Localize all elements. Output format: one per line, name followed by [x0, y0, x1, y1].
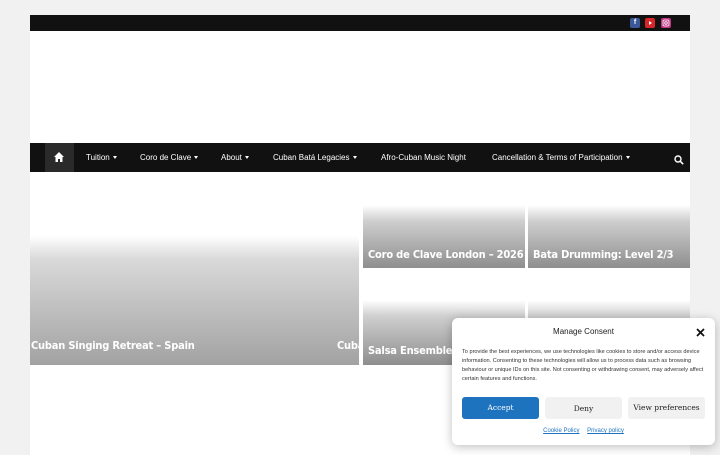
nav-item-label: Tuition [86, 153, 110, 162]
post-title: Bata Drumming: Level 2/3 [533, 248, 674, 261]
policy-links: Cookie Policy Privacy policy [452, 428, 715, 434]
post-title: Cuban Singing Retreat – Spain [31, 339, 195, 352]
caret-down-icon [625, 156, 630, 160]
accept-button[interactable]: Accept [462, 397, 539, 419]
nav-item-label: Cancellation & Terms of Participation [492, 153, 623, 162]
nav-item-afro-cuban-music-night[interactable]: Afro-Cuban Music Night [381, 143, 466, 172]
dialog-title: Manage Consent [553, 327, 614, 336]
view-preferences-button[interactable]: View preferences [628, 397, 705, 419]
deny-button[interactable]: Deny [545, 397, 622, 419]
cookie-consent-dialog: Manage Consent To provide the best exper… [452, 318, 715, 445]
close-icon [696, 328, 705, 337]
instagram-icon[interactable] [661, 18, 671, 28]
caret-down-icon [352, 156, 357, 160]
nav-item-label: Afro-Cuban Music Night [381, 153, 466, 162]
youtube-icon[interactable] [645, 18, 655, 28]
post-tile[interactable]: Bata Drumming: Level 2/3 [528, 205, 690, 268]
search-icon [674, 155, 684, 165]
nav-item-coro-de-clave[interactable]: Coro de Clave [140, 143, 199, 172]
nav-item-label: About [221, 153, 242, 162]
search-button[interactable] [674, 152, 684, 170]
caret-down-icon [244, 156, 249, 160]
home-button[interactable] [45, 143, 74, 172]
home-icon [54, 152, 64, 162]
post-title: Coro de Clave London – 2026 [368, 248, 524, 261]
nav-item-tuition[interactable]: Tuition [86, 143, 117, 172]
caret-down-icon [112, 156, 117, 160]
nav-item-cuban-bata-legacies[interactable]: Cuban Batá Legacies [273, 143, 357, 172]
facebook-icon[interactable]: f [630, 18, 640, 28]
main-navigation: Tuition Coro de Clave About Cuban Batá L… [30, 143, 690, 172]
top-bar: f [30, 15, 690, 31]
cookie-policy-link[interactable]: Cookie Policy [543, 428, 579, 434]
nav-item-cancellation-terms[interactable]: Cancellation & Terms of Participation [492, 143, 630, 172]
facebook-letter: f [633, 19, 637, 26]
nav-item-about[interactable]: About [221, 143, 249, 172]
nav-item-label: Cuban Batá Legacies [273, 153, 350, 162]
nav-item-label: Coro de Clave [140, 153, 192, 162]
consent-description: To provide the best experiences, we use … [462, 349, 704, 382]
post-title-partial: Cuba [337, 339, 359, 352]
caret-down-icon [194, 156, 199, 160]
post-tile[interactable]: Coro de Clave London – 2026 [363, 205, 525, 268]
featured-post-tile[interactable]: Cuban Singing Retreat – Spain Cuba [30, 236, 359, 365]
privacy-policy-link[interactable]: Privacy policy [587, 428, 624, 434]
close-button[interactable] [695, 325, 706, 337]
